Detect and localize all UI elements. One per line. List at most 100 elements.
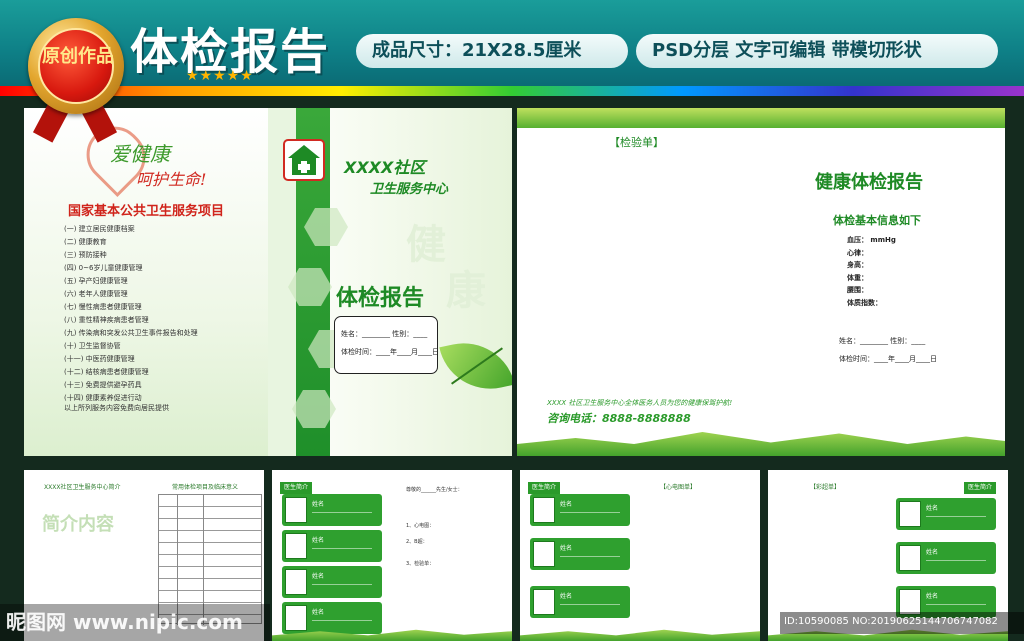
doctor-photo [533,541,555,567]
cover-front-page: XXXX社区 卫生服务中心 健 康 体检报告 姓名：________ 性别：__… [268,108,512,456]
org-name-line2: 卫生服务中心 [370,182,449,197]
letter-line: 2、B超： [406,539,428,545]
size-pill: 成品尺寸：21X28.5厘米 [356,34,628,68]
report-top-bar [517,108,1005,128]
report-form: 姓名：________ 性别：____ 体检时间：____年____月____日 [839,332,937,368]
doctor-card-name: 姓名 [560,593,573,600]
report-title: 健康体检报告 [815,172,923,193]
doctor-card-name: 姓名 [312,609,325,616]
doctor-photo [533,589,555,615]
card-line [312,584,372,585]
doctor-tag: 医生简介 [964,482,997,494]
report-field: 体质指数： [847,298,882,307]
doctor-card-name: 姓名 [312,573,325,580]
report-inside-page: 【检验单】 健康体检报告 体检基本信息如下 血压： mmHg 心律： 身高： 体… [517,108,1005,456]
card-line [560,604,620,605]
cover-form-box: 姓名：________ 性别：____ 体检时间：____年____月____日 [334,316,439,374]
slogan-line2: 呵护生命! [136,170,207,189]
report-phone: 咨询电话：8888-8888888 [547,412,691,425]
service-item: (九) 传染病和突发公共卫生事件报告和处理 [64,329,198,337]
letter-greeting: 尊敬的______先生/女士： [406,487,463,493]
doctor-card-name: 姓名 [312,537,325,544]
doctor-photo [285,533,307,559]
service-item: (三) 预防接种 [64,251,107,259]
service-item: (十三) 免费提供避孕药具 [64,381,142,389]
service-item: (十) 卫生监督协管 [64,342,121,350]
community-health-logo-icon [283,139,325,181]
service-item: (一) 建立居民健康档案 [64,225,135,233]
medal-text: 原创作品 [42,46,114,67]
doctor-card-name: 姓名 [926,505,939,512]
doctor-photo [285,497,307,523]
doctor-photo [285,605,307,631]
report-note: XXXX 社区卫生服务中心全体医务人员为您的健康保驾护航! [547,399,733,407]
doctor-tag: 医生简介 [528,482,561,494]
card-line [560,512,620,513]
rating-stars: ★★★★★ [186,68,254,84]
header-banner: 体检报告 ★★★★★ 成品尺寸：21X28.5厘米 PSD分层 文字可编辑 带模… [0,0,1024,96]
report-field: 体重： [847,273,868,282]
org-name-line1: XXXX社区 [344,158,426,177]
card-line [312,548,372,549]
card-line [312,620,372,621]
report-field: 血压： mmHg [847,236,896,244]
doctor-photo [285,569,307,595]
doctor-card: 姓名 [530,586,630,618]
card-line [926,516,986,517]
report-field: 身高： [847,261,868,269]
green-hills-decoration [520,629,760,641]
doctor-card: 姓名 [282,602,382,634]
card-line [312,512,372,513]
doctor-card-name: 姓名 [560,501,573,508]
green-hills-decoration [517,432,1005,456]
doctor-card: 姓名 [896,542,996,574]
cover-title: 体检报告 [336,285,425,311]
cover-back-page: 爱健康 呵护生命! 国家基本公共卫生服务项目 (一) 建立居民健康档案 (二) … [24,108,268,456]
features-pill: PSD分层 文字可编辑 带模切形状 [636,34,998,68]
doctor-card: 姓名 [530,494,630,526]
service-item: (八) 重性精神疾病患者管理 [64,316,149,324]
card-line [926,604,986,605]
watermark-char: 健 [406,221,446,268]
services-list: (一) 建立居民健康档案 (二) 健康教育 (三) 预防接种 (四) 0~6岁儿… [64,223,198,405]
form-name-row: 姓名：________ 性别：____ [341,330,428,338]
service-item: (五) 孕产妇健康管理 [64,277,128,285]
doctor-page-a: 医生简介 姓名 姓名 姓名 姓名 尊敬的______先生/女士： 1、心电图： … [272,470,512,641]
ecg-tag: 【心电图单】 [660,484,697,491]
report-field: 腰围： [847,286,868,294]
doctor-card: 姓名 [282,566,382,598]
slogan-line1: 爱健康 [110,142,170,166]
intro-header-left: XXXX社区卫生服务中心简介 [44,484,121,491]
doctor-card-name: 姓名 [926,549,939,556]
services-title: 国家基本公共卫生服务项目 [68,204,225,219]
doctor-card-name: 姓名 [560,545,573,552]
doctor-photo [899,501,921,527]
letter-line: 3、检验单： [406,561,435,567]
doctor-photo [533,497,555,523]
rainbow-stripe [0,86,1024,96]
xray-tag: 【彩超单】 [810,484,841,491]
form-date-row: 体检时间：____年____月____日 [341,348,439,356]
doctor-card-name: 姓名 [926,593,939,600]
report-fields: 血压： mmHg 心律： 身高： 体重： 腰围： 体质指数： [847,234,896,309]
report-subtitle: 体检基本信息如下 [833,214,921,227]
intro-header-right: 常用体检项目及临床意义 [172,484,239,491]
doctor-page-b: 医生简介 【心电图单】 姓名 姓名 姓名 [520,470,760,641]
service-item: (十一) 中医药健康管理 [64,355,135,363]
card-line [926,560,986,561]
original-work-medal-icon: 原创作品 [28,18,124,114]
report-date-row: 体检时间：____年____月____日 [839,355,937,363]
id-watermark: ID:10590085 NO:20190625144706747082 [784,616,998,627]
service-item: (六) 老年人健康管理 [64,290,128,298]
report-field: 心律： [847,248,868,257]
service-item: (十二) 结核病患者健康管理 [64,368,149,376]
service-item: (七) 慢性病患者健康管理 [64,303,142,311]
service-item: (四) 0~6岁儿童健康管理 [64,264,143,272]
medal-center: 原创作品 [38,28,114,104]
intro-big-text: 简介内容 [42,514,114,535]
doctor-tag: 医生简介 [280,482,313,494]
doctor-card: 姓名 [530,538,630,570]
doctor-card: 姓名 [896,498,996,530]
doctor-card-name: 姓名 [312,501,325,508]
card-line [560,556,620,557]
